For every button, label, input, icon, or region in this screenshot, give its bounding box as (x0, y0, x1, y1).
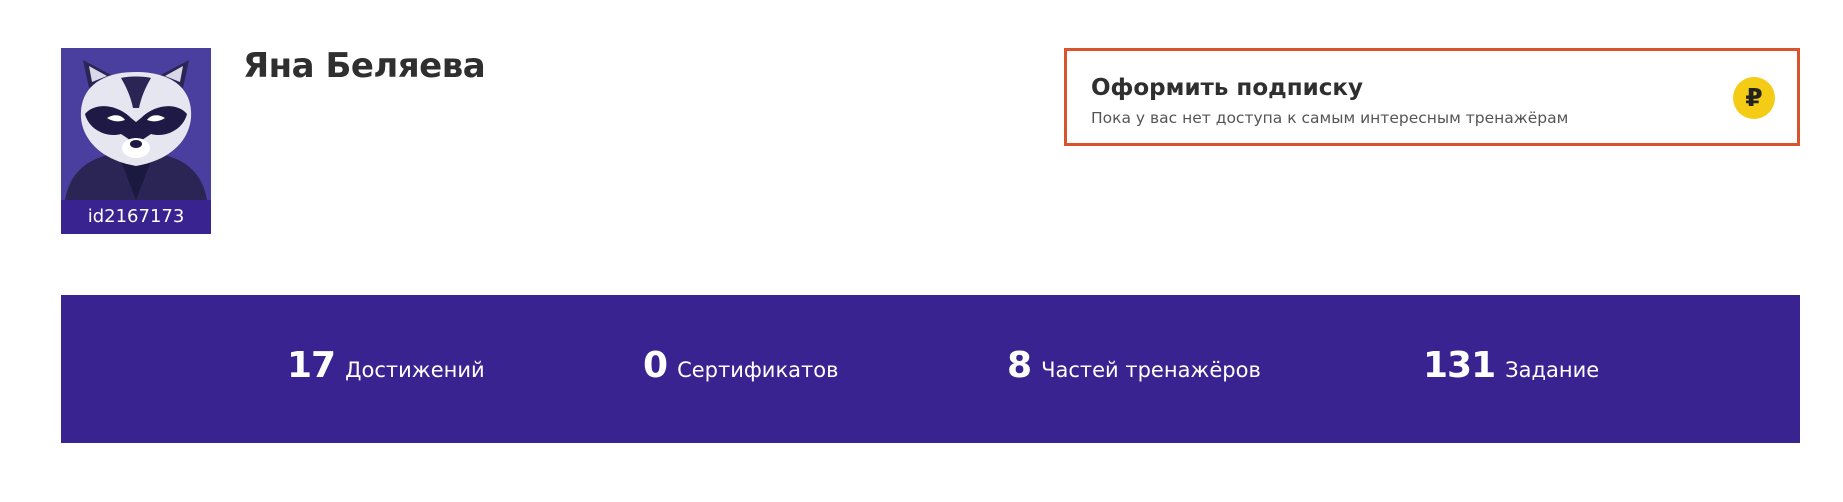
stat-label: Достижений (345, 358, 485, 382)
stat-value: 17 (287, 345, 336, 386)
stat-tasks[interactable]: 131 Задание (1423, 345, 1599, 395)
user-name: Яна Беляева (243, 46, 486, 86)
stat-trainer-parts[interactable]: 8 Частей тренажёров (1007, 345, 1261, 395)
stat-certificates[interactable]: 0 Сертификатов (643, 345, 838, 395)
ruble-icon: ₽ (1733, 77, 1775, 119)
stat-label: Сертификатов (677, 358, 839, 382)
avatar[interactable]: id2167173 (61, 48, 211, 234)
stat-value: 8 (1007, 345, 1032, 386)
raccoon-avatar-icon (61, 48, 211, 200)
stat-label: Задание (1505, 358, 1600, 382)
stat-label: Частей тренажёров (1041, 358, 1261, 382)
stats-banner: 17 Достижений 0 Сертификатов 8 Частей тр… (61, 295, 1800, 443)
subscribe-card[interactable]: Оформить подписку Пока у вас нет доступа… (1064, 48, 1800, 146)
stat-value: 0 (643, 345, 668, 386)
subscribe-subtitle: Пока у вас нет доступа к самым интересны… (1091, 109, 1569, 127)
user-id-label: id2167173 (61, 200, 211, 234)
stat-achievements[interactable]: 17 Достижений (287, 345, 485, 395)
stat-value: 131 (1423, 345, 1496, 386)
subscribe-title: Оформить подписку (1091, 75, 1363, 101)
